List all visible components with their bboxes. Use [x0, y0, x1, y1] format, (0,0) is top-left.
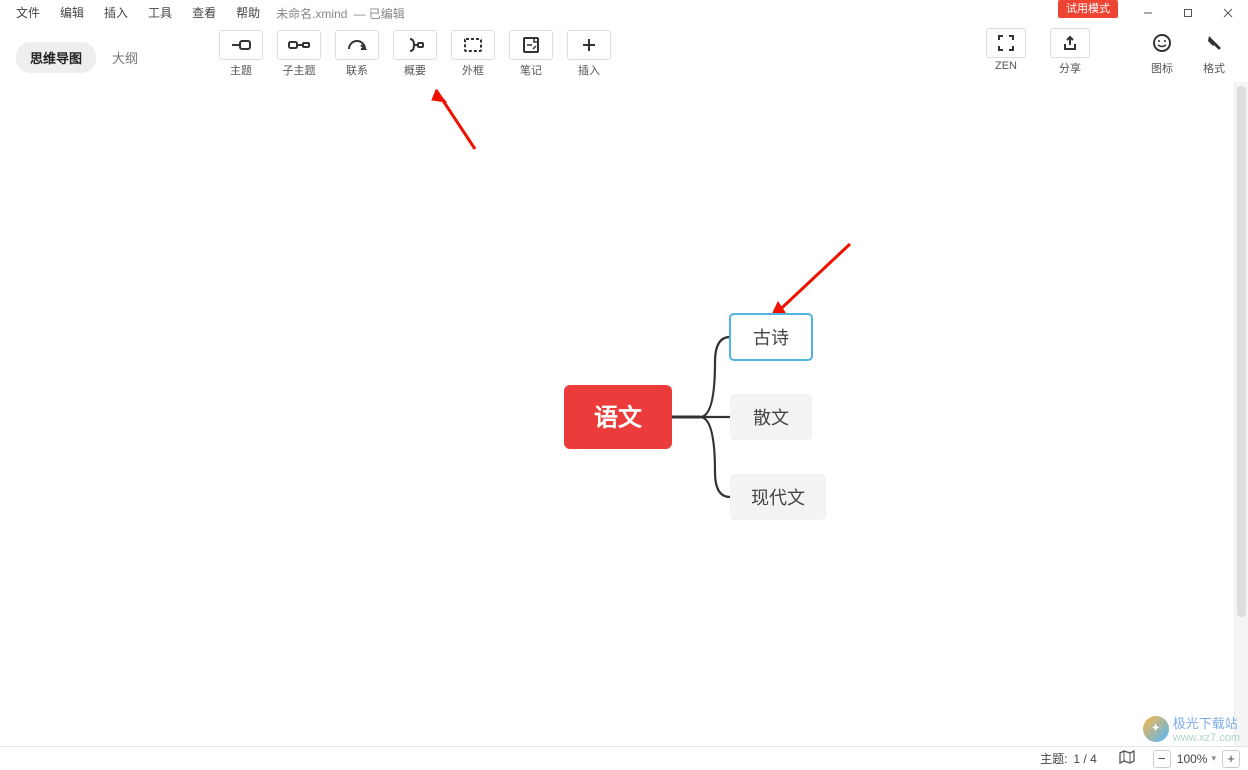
tool-insert[interactable]: 插入 [560, 30, 618, 78]
relation-icon [346, 37, 368, 53]
child-topic-0[interactable]: 古诗 [730, 314, 812, 360]
summary-icon [404, 36, 426, 54]
tool-subtopic-label: 子主题 [283, 62, 316, 78]
zen-icon [997, 34, 1015, 52]
tab-outline[interactable]: 大纲 [98, 42, 152, 73]
boundary-icon [463, 37, 483, 53]
tool-note-label: 笔记 [520, 62, 542, 78]
tool-boundary-label: 外框 [462, 62, 484, 78]
tool-format-label: 格式 [1203, 60, 1225, 76]
zoom-dropdown-caret[interactable]: ▾ [1211, 753, 1216, 764]
share-icon [1061, 34, 1079, 52]
minimize-icon [1143, 8, 1153, 18]
menu-file[interactable]: 文件 [6, 0, 50, 26]
child-topic-0-text: 古诗 [753, 328, 789, 348]
tool-summary[interactable]: 概要 [386, 30, 444, 78]
window-close-button[interactable] [1208, 0, 1248, 26]
central-topic[interactable]: 语文 [564, 385, 672, 449]
trial-mode-badge: 试用模式 [1058, 0, 1118, 18]
status-sheet-icon[interactable] [1119, 750, 1135, 767]
child-topic-1[interactable]: 散文 [730, 394, 812, 440]
tool-icons[interactable]: 图标 [1138, 28, 1186, 76]
subtopic-icon [287, 37, 311, 53]
tab-mindmap[interactable]: 思维导图 [16, 42, 96, 73]
toolbar-right: ZEN 分享 图标 格式 [982, 28, 1238, 76]
menu-help[interactable]: 帮助 [226, 0, 270, 26]
branch-to-child-0 [700, 337, 730, 417]
tool-format[interactable]: 格式 [1190, 28, 1238, 76]
mindmap-canvas[interactable]: 语文 古诗 散文 现代文 [0, 82, 1234, 746]
insert-plus-icon [581, 37, 597, 53]
vertical-scroll-thumb[interactable] [1237, 86, 1246, 617]
annotation-arrow-node [770, 244, 850, 319]
topic-icon [230, 37, 252, 53]
tool-insert-label: 插入 [578, 62, 600, 78]
document-filename: 未命名.xmind [276, 5, 347, 22]
view-tabs: 思维导图 大纲 [16, 42, 152, 73]
zoom-in-button[interactable]: + [1222, 750, 1240, 768]
statusbar: 主题: 1 / 4 − 100% ▾ + [0, 746, 1248, 770]
status-topic-label: 主题: [1040, 750, 1067, 767]
tool-relationship[interactable]: 联系 [328, 30, 386, 78]
window-controls [1128, 0, 1248, 26]
tool-zen-label: ZEN [995, 60, 1017, 72]
menu-edit[interactable]: 编辑 [50, 0, 94, 26]
zoom-out-button[interactable]: − [1153, 750, 1171, 768]
tool-share-label: 分享 [1059, 60, 1081, 76]
tool-zen[interactable]: ZEN [982, 28, 1030, 76]
tool-topic[interactable]: 主题 [212, 30, 270, 78]
toolbar: 思维导图 大纲 主题 子主题 联系 概要 外框 笔记 [0, 26, 1248, 82]
close-icon [1223, 8, 1233, 18]
tool-topic-label: 主题 [230, 62, 252, 78]
child-topic-2-text: 现代文 [751, 488, 805, 508]
zoom-value[interactable]: 100% [1177, 752, 1208, 766]
central-topic-text: 语文 [594, 403, 643, 431]
window-maximize-button[interactable] [1168, 0, 1208, 26]
tool-subtopic[interactable]: 子主题 [270, 30, 328, 78]
annotation-arrow-toolbar [432, 90, 475, 149]
menubar: 文件 编辑 插入 工具 查看 帮助 未命名.xmind — 已编辑 试用模式 [0, 0, 1248, 26]
tool-relationship-label: 联系 [346, 62, 368, 78]
branch-to-child-2 [700, 417, 730, 497]
format-brush-icon [1204, 33, 1224, 53]
tool-note[interactable]: 笔记 [502, 30, 560, 78]
document-dirty-status: — 已编辑 [353, 5, 404, 22]
window-minimize-button[interactable] [1128, 0, 1168, 26]
child-topic-2[interactable]: 现代文 [730, 474, 826, 520]
note-icon [522, 36, 540, 54]
map-icon [1119, 750, 1135, 764]
tool-share[interactable]: 分享 [1046, 28, 1094, 76]
canvas-svg: 语文 古诗 散文 现代文 [0, 82, 1234, 746]
menu-view[interactable]: 查看 [182, 0, 226, 26]
tool-strip: 主题 子主题 联系 概要 外框 笔记 插入 [212, 30, 618, 78]
menu-insert[interactable]: 插入 [94, 0, 138, 26]
menu-tools[interactable]: 工具 [138, 0, 182, 26]
status-topic-index: 1 / 4 [1073, 752, 1096, 766]
tool-boundary[interactable]: 外框 [444, 30, 502, 78]
tool-icons-label: 图标 [1151, 60, 1173, 76]
tool-summary-label: 概要 [404, 62, 426, 78]
smiley-icon [1152, 33, 1172, 53]
child-topic-1-text: 散文 [753, 408, 789, 428]
vertical-scrollbar[interactable] [1234, 82, 1248, 746]
maximize-icon [1183, 8, 1193, 18]
